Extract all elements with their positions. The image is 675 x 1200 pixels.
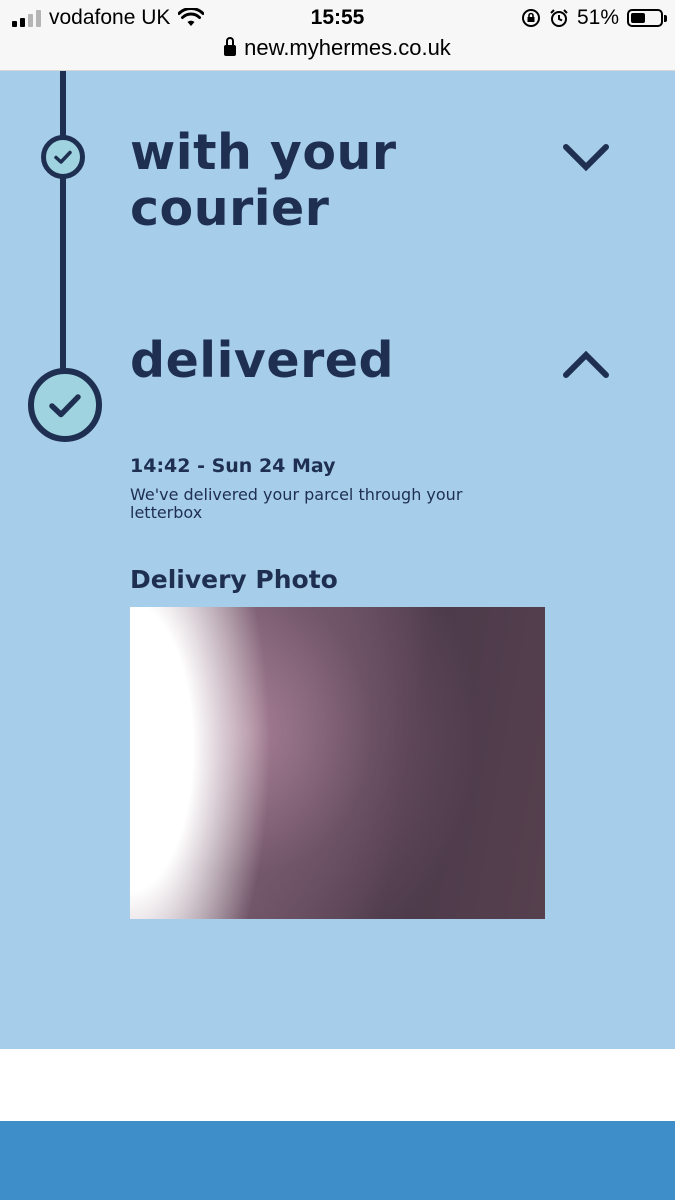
chevron-down-icon[interactable]	[560, 141, 612, 175]
delivery-photo-heading: Delivery Photo	[130, 565, 338, 594]
delivery-photo[interactable]	[130, 607, 545, 919]
check-circle-icon	[28, 368, 102, 442]
battery-fill	[631, 13, 645, 23]
status-right: 51%	[521, 6, 667, 30]
battery-icon	[627, 9, 667, 27]
chevron-up-icon[interactable]	[560, 347, 612, 381]
url-text: new.myhermes.co.uk	[244, 35, 451, 60]
timeline-line	[60, 71, 66, 137]
lock-icon	[224, 36, 237, 56]
battery-percent: 51%	[576, 6, 619, 29]
footer-band	[0, 1121, 675, 1200]
orientation-lock-icon	[521, 9, 540, 27]
timeline-line	[60, 177, 66, 370]
alarm-icon	[550, 9, 568, 27]
step-title-delivered[interactable]: delivered	[130, 333, 394, 389]
check-circle-icon	[41, 135, 85, 179]
browser-status-bar: vodafone UK 15:55 51% new.myhermes.co.uk	[0, 0, 675, 71]
event-timestamp: 14:42 - Sun 24 May	[130, 455, 336, 477]
step-title-with-your-courier[interactable]: with your courier	[130, 125, 430, 237]
url-bar[interactable]: new.myhermes.co.uk	[0, 35, 675, 61]
tracking-panel: with your courier delivered 14:42 - Sun …	[0, 71, 675, 1049]
event-description: We've delivered your parcel through your…	[130, 485, 463, 522]
